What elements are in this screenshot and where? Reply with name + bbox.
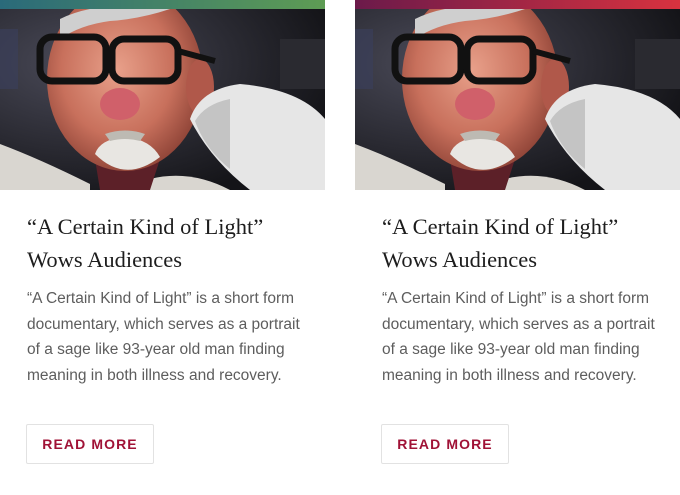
article-title-line-2[interactable]: Wows Audiences: [27, 247, 182, 272]
article-card-2: “A Certain Kind of Light” Wows Audiences…: [355, 0, 680, 495]
article-description: “A Certain Kind of Light” is a short for…: [382, 290, 655, 384]
read-more-button[interactable]: READ MORE: [26, 424, 154, 464]
article-title[interactable]: “A Certain Kind of Light” Wows Audiences: [27, 210, 317, 276]
article-title-line-2[interactable]: Wows Audiences: [382, 247, 537, 272]
card-accent-bar: [355, 0, 680, 9]
article-title[interactable]: “A Certain Kind of Light” Wows Audiences: [382, 210, 672, 276]
card-accent-bar: [0, 0, 325, 9]
article-description: “A Certain Kind of Light” is a short for…: [27, 290, 300, 384]
article-photo[interactable]: [355, 9, 680, 190]
read-more-button[interactable]: READ MORE: [381, 424, 509, 464]
article-title-line-1[interactable]: “A Certain Kind of Light”: [27, 214, 263, 239]
article-card-1: “A Certain Kind of Light” Wows Audiences…: [0, 0, 325, 495]
article-photo[interactable]: [0, 9, 325, 190]
article-title-line-1[interactable]: “A Certain Kind of Light”: [382, 214, 618, 239]
